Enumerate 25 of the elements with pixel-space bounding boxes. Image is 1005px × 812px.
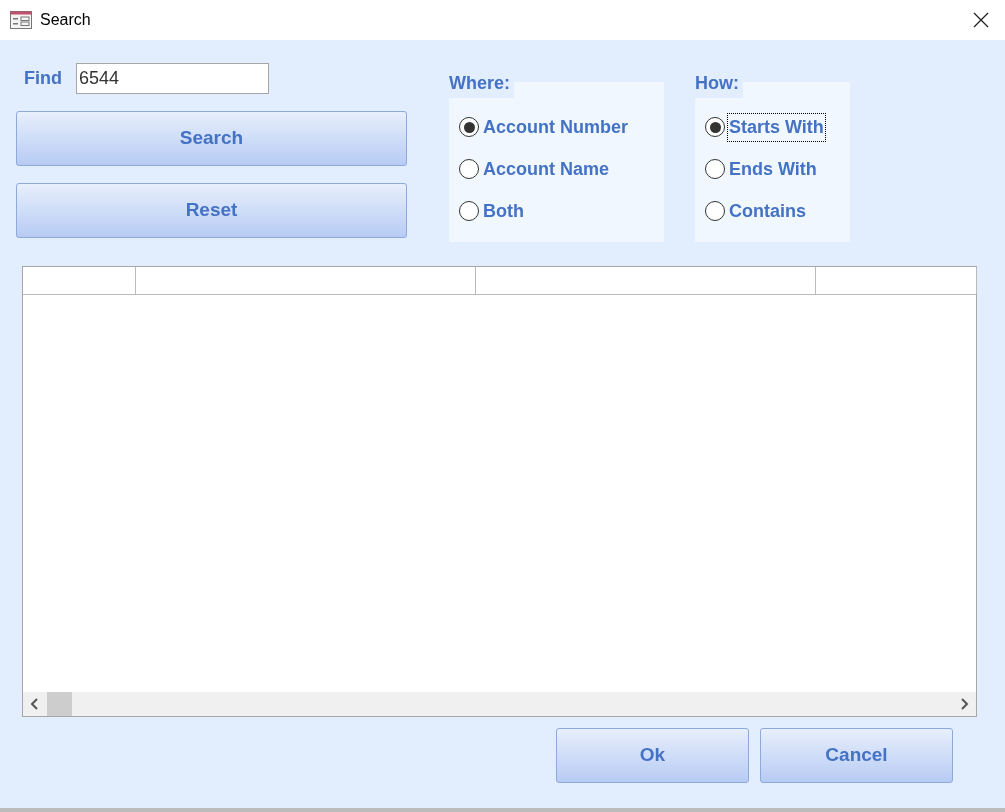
radio-button[interactable] xyxy=(459,159,479,179)
window-title: Search xyxy=(40,10,91,30)
radio-label[interactable]: Ends With xyxy=(727,154,819,184)
radio-label[interactable]: Account Name xyxy=(481,154,612,184)
action-button[interactable]: Reset xyxy=(16,183,407,238)
dialog-button[interactable]: Cancel xyxy=(760,728,953,783)
radio-label[interactable]: Starts With xyxy=(727,112,826,142)
action-button[interactable]: Search xyxy=(16,111,407,166)
dialog-button[interactable]: Ok xyxy=(556,728,749,783)
radio-label[interactable]: Account Number xyxy=(481,112,630,142)
find-field[interactable]: 6544 xyxy=(76,62,269,94)
close-icon[interactable] xyxy=(973,12,989,28)
radio-label[interactable]: Contains xyxy=(727,196,808,226)
scroll-right-icon[interactable] xyxy=(959,698,969,710)
scroll-thumb[interactable] xyxy=(47,692,72,716)
radio-button[interactable] xyxy=(705,201,725,221)
horizontal-scrollbar[interactable] xyxy=(23,692,976,716)
radio-button[interactable] xyxy=(705,117,725,137)
scroll-left-icon[interactable] xyxy=(30,698,40,710)
form-icon xyxy=(10,11,32,29)
radio-button[interactable] xyxy=(459,201,479,221)
radio-button[interactable] xyxy=(705,159,725,179)
radio-label[interactable]: Both xyxy=(481,196,526,226)
find-label: Find xyxy=(24,66,62,90)
radio-button[interactable] xyxy=(459,117,479,137)
